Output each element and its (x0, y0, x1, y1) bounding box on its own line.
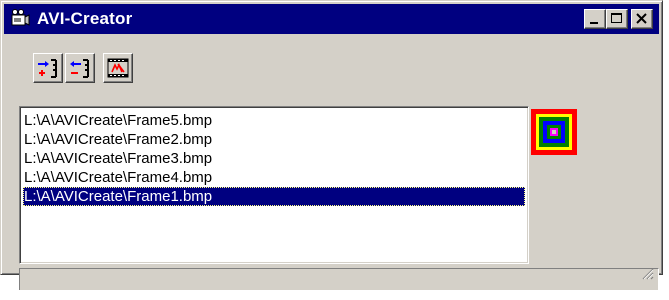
maximize-icon (611, 13, 622, 23)
title-bar[interactable]: AVI-Creator (4, 4, 659, 34)
maximize-button[interactable] (606, 9, 628, 29)
minimize-icon (590, 22, 598, 24)
create-avi-film-icon (107, 58, 129, 78)
list-item[interactable]: L:\A\AVICreate\Frame2.bmp (23, 130, 525, 149)
remove-frame-icon (70, 59, 89, 78)
minimize-button[interactable] (584, 9, 606, 29)
window-title: AVI-Creator (37, 9, 133, 28)
resize-grip-icon[interactable] (642, 268, 654, 280)
list-item-selected[interactable]: L:\A\AVICreate\Frame1.bmp (23, 187, 525, 206)
avi-creator-window: AVI-Creator L:\A\AVICreate\Frame5.bmp L:… (0, 0, 663, 290)
list-item[interactable]: L:\A\AVICreate\Frame5.bmp (23, 111, 525, 130)
close-icon (636, 13, 647, 24)
frame-list[interactable]: L:\A\AVICreate\Frame5.bmp L:\A\AVICreate… (19, 106, 529, 264)
frame-list-items: L:\A\AVICreate\Frame5.bmp L:\A\AVICreate… (23, 111, 525, 206)
add-frame-button[interactable] (33, 53, 63, 83)
create-avi-button[interactable] (103, 53, 133, 83)
list-item[interactable]: L:\A\AVICreate\Frame4.bmp (23, 168, 525, 187)
status-bar (19, 268, 659, 290)
remove-frame-button[interactable] (65, 53, 95, 83)
add-frame-icon (38, 59, 57, 78)
title-bar-buttons (584, 9, 653, 29)
frame-preview-icon (531, 109, 577, 155)
list-item[interactable]: L:\A\AVICreate\Frame3.bmp (23, 149, 525, 168)
app-camera-icon[interactable] (9, 8, 31, 30)
close-button[interactable] (631, 9, 653, 29)
